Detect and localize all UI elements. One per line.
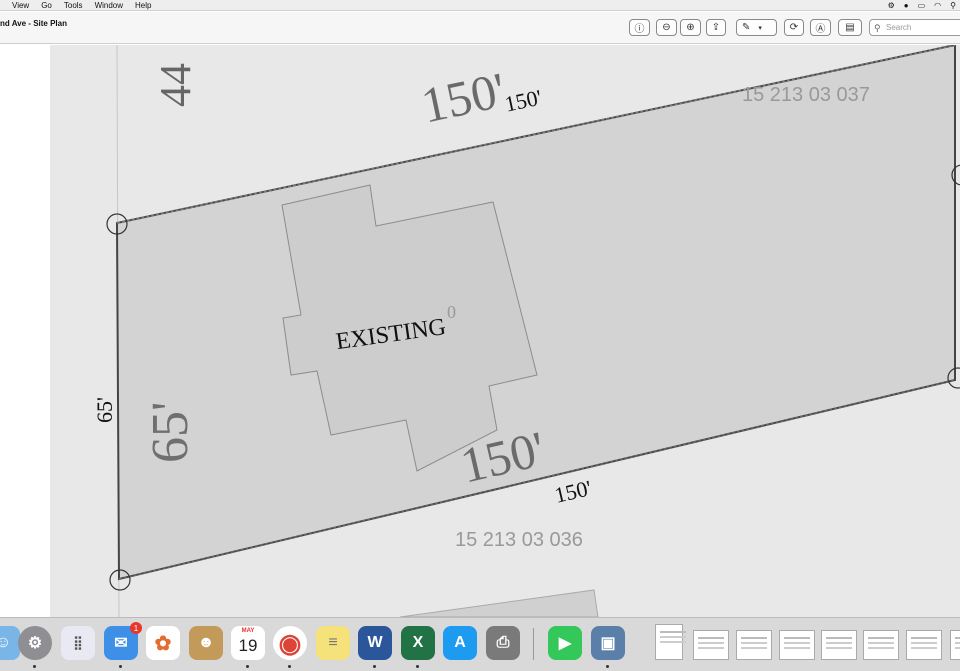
rotate-icon: ⟳ (789, 22, 799, 33)
wifi-icon[interactable]: ◠ (934, 1, 941, 10)
zoom-in-button[interactable]: ⊕ (680, 19, 701, 36)
document-thumbnail-2[interactable] (693, 630, 729, 660)
contacts-app[interactable]: ☻ (189, 626, 223, 660)
contacts-icon: ☻ (197, 634, 215, 651)
chevron-down-icon: ▾ (758, 24, 762, 32)
finder-app[interactable]: ☺ (0, 626, 20, 660)
zoom-out-button[interactable]: ⊖ (656, 19, 677, 36)
running-indicator (416, 665, 419, 668)
side-dimension-large: 65' (142, 402, 199, 463)
launchpad-grid-icon: ⣿ (73, 635, 83, 650)
spotlight-icon[interactable]: ⚲ (950, 1, 956, 10)
gear-icon: ⚙ (27, 635, 43, 652)
mail-app[interactable]: ✉ 1 (104, 622, 142, 660)
annotate-button[interactable]: Ⓐ (810, 19, 831, 36)
trash-app[interactable] (950, 630, 960, 660)
dock-separator (533, 628, 534, 660)
system-preferences-app[interactable]: ⚙ (18, 626, 52, 660)
app-store-icon: A (454, 634, 466, 651)
pen-icon: ✎ (742, 22, 751, 33)
finder-icon: ☺ (0, 634, 12, 651)
zoom-out-icon: ⊖ (662, 22, 671, 33)
parcel-number-north: 15 213 03 037 (742, 84, 870, 106)
word-app[interactable]: W (358, 626, 392, 660)
menu-tools[interactable]: Tools (64, 0, 83, 10)
search-icon: ⚲ (874, 23, 881, 33)
notes-app[interactable]: ≡ (316, 626, 350, 660)
document-thumbnail-5[interactable] (821, 630, 857, 660)
window-title: nd Ave - Site Plan (0, 19, 67, 28)
preview-icon: ▣ (600, 635, 616, 652)
info-button[interactable]: ⓘ (629, 19, 650, 36)
rotate-button[interactable]: ⟳ (784, 19, 804, 36)
document-thumbnail-6[interactable] (863, 630, 899, 660)
form-button[interactable]: ▤ (838, 19, 862, 36)
share-icon: ⇪ (711, 22, 721, 33)
photos-app[interactable]: ✿ (146, 626, 180, 660)
photos-icon: ✿ (154, 632, 172, 655)
running-indicator (119, 665, 122, 668)
zoom-in-icon: ⊕ (686, 22, 695, 33)
running-indicator (246, 665, 249, 668)
running-indicator (33, 665, 36, 668)
document-thumbnail-1[interactable] (655, 624, 686, 660)
document-thumbnail-4[interactable] (779, 630, 815, 660)
circle-status-icon[interactable]: ● (904, 1, 909, 10)
gear-status-icon[interactable]: ⚙ (888, 1, 895, 10)
document-thumbnail-3[interactable] (736, 630, 772, 660)
launchpad-app[interactable]: ⣿ (61, 626, 95, 660)
calendar-month: MAY (241, 628, 255, 634)
window-toolbar: nd Ave - Site Plan ⓘ ⊖ ⊕ ⇪ ✎ ▾ ⟳ Ⓐ ▤ ⚲ S… (0, 12, 960, 44)
envelope-icon: ✉ (114, 635, 128, 652)
parcel-number-south: 15 213 03 036 (455, 529, 583, 551)
document-view[interactable]: 44 150' 150' 15 213 03 037 EXISTING 0 15… (0, 45, 960, 617)
menu-view[interactable]: View (12, 0, 29, 10)
markup-button[interactable]: ✎ ▾ (736, 19, 777, 36)
notes-icon: ≡ (328, 634, 338, 651)
calendar-app[interactable]: MAY 19 (231, 626, 265, 660)
chrome-app[interactable]: ◉ (273, 626, 307, 660)
menu-go[interactable]: Go (41, 0, 52, 10)
search-field[interactable]: ⚲ Search (869, 19, 960, 36)
document-thumbnail-7[interactable] (906, 630, 942, 660)
running-indicator (373, 665, 376, 668)
running-indicator (606, 665, 609, 668)
building-label-suffix: 0 (447, 302, 456, 322)
app-store-app[interactable]: A (443, 626, 477, 660)
menu-bar: View Go Tools Window Help ⚙ ● ▭ ◠ ⚲ (0, 0, 960, 11)
excel-icon: X (412, 634, 424, 651)
menu-window[interactable]: Window (95, 0, 123, 10)
preview-app[interactable]: ▣ (591, 626, 625, 660)
excel-app[interactable]: X (401, 626, 435, 660)
video-camera-icon: ▶ (558, 635, 572, 652)
annotate-icon: Ⓐ (815, 24, 826, 35)
running-indicator (288, 665, 291, 668)
form-icon: ▤ (845, 22, 855, 33)
mail-badge: 1 (130, 622, 142, 634)
dock: ☺ ⚙ ⣿ ✉ 1 ✿ ☻ MAY 19 ◉ ≡ W X A ⎙ ▶ ▣ (0, 617, 960, 671)
chrome-icon: ◉ (278, 627, 302, 658)
search-placeholder: Search (886, 23, 912, 32)
status-area: ⚙ ● ▭ ◠ ⚲ (888, 0, 956, 10)
info-icon: ⓘ (634, 24, 645, 35)
word-icon: W (367, 634, 383, 651)
share-button[interactable]: ⇪ (706, 19, 726, 36)
side-dimension-small: 65' (92, 397, 117, 423)
corner-number-label: 44 (151, 63, 200, 107)
printer-app[interactable]: ⎙ (486, 626, 520, 660)
facetime-app[interactable]: ▶ (548, 626, 582, 660)
site-plan-drawing: 44 150' 150' 15 213 03 037 EXISTING 0 15… (50, 45, 960, 617)
battery-icon[interactable]: ▭ (918, 1, 926, 10)
calendar-day: 19 (238, 636, 258, 655)
printer-icon: ⎙ (496, 634, 510, 651)
menu-help[interactable]: Help (135, 0, 151, 10)
